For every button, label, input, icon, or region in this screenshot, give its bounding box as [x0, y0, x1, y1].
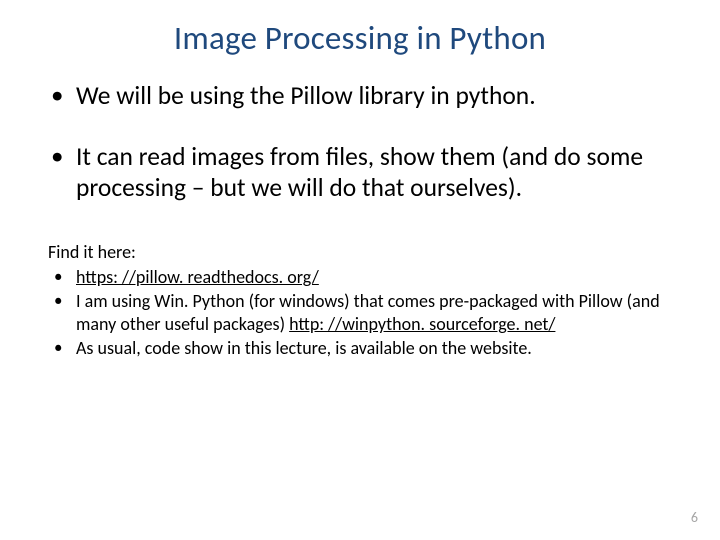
- list-item: As usual, code show in this lecture, is …: [48, 337, 672, 360]
- sub-intro-text: Find it here:: [48, 241, 672, 263]
- pillow-docs-link[interactable]: https: //pillow. readthedocs. org/: [76, 266, 319, 288]
- list-item: I am using Win. Python (for windows) tha…: [48, 290, 672, 336]
- sub-bullet-list: https: //pillow. readthedocs. org/ I am …: [48, 266, 672, 360]
- list-item: https: //pillow. readthedocs. org/: [48, 266, 672, 289]
- list-item: It can read images from files, show them…: [48, 141, 672, 203]
- page-number: 6: [691, 509, 698, 526]
- slide-title: Image Processing in Python: [48, 18, 672, 58]
- slide: Image Processing in Python We will be us…: [0, 0, 720, 540]
- list-item: We will be using the Pillow library in p…: [48, 80, 672, 111]
- main-bullet-list: We will be using the Pillow library in p…: [48, 80, 672, 203]
- winpython-link[interactable]: http: //winpython. sourceforge. net/: [289, 313, 555, 335]
